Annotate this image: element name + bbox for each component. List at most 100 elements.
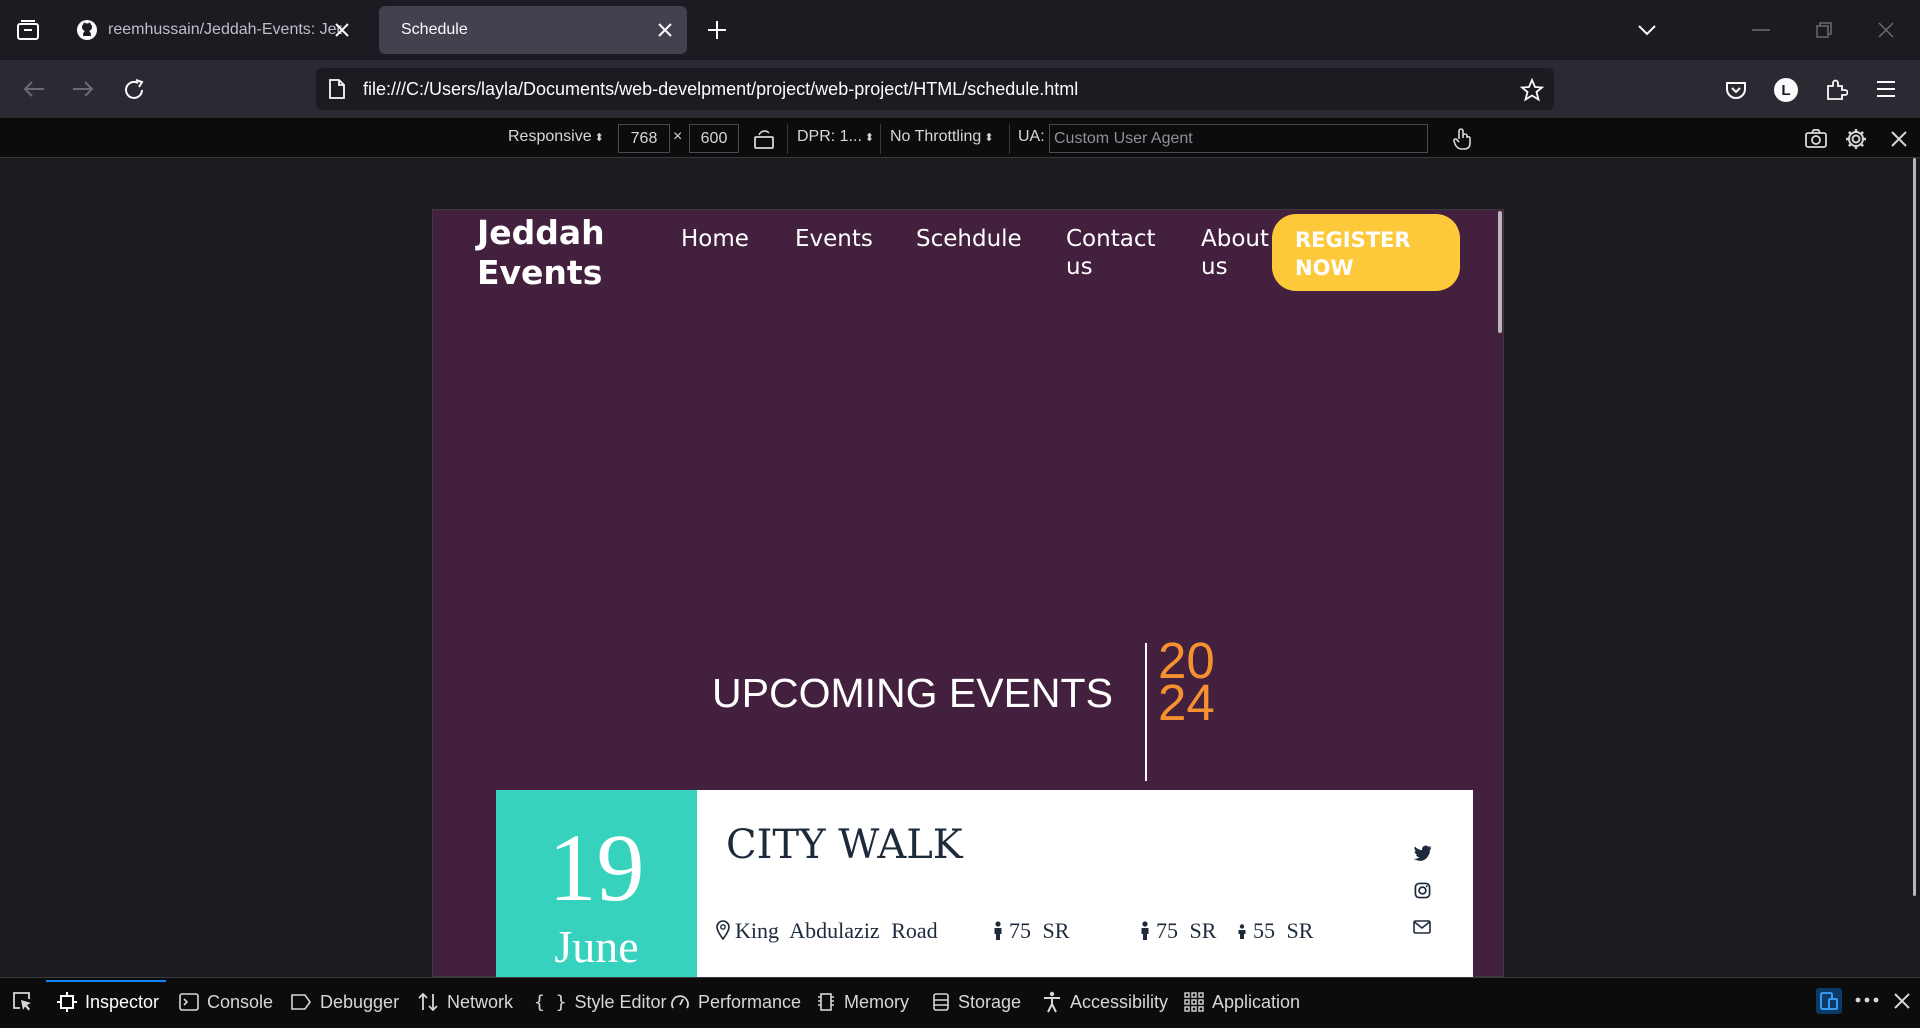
devtools-tab-memory[interactable]: Memory — [816, 990, 909, 1014]
screenshot-camera-icon[interactable] — [1805, 129, 1827, 149]
tab-label: Network — [447, 991, 514, 1012]
upcoming-events-heading: UPCOMING EVENTS — [712, 670, 1113, 716]
github-icon — [76, 19, 98, 41]
nav-link-home[interactable]: Home — [681, 225, 749, 253]
person-icon — [993, 921, 1003, 941]
viewport-scrollbar[interactable] — [1498, 211, 1502, 333]
account-avatar[interactable]: L — [1774, 78, 1798, 102]
devtools-tab-debugger[interactable]: Debugger — [290, 990, 399, 1014]
reload-icon[interactable] — [122, 78, 146, 102]
devtools-tab-inspector[interactable]: Inspector — [57, 990, 159, 1014]
event-price-3: 55 SR — [1253, 918, 1314, 943]
window-close-icon[interactable] — [1877, 21, 1895, 39]
responsive-mode-icon[interactable] — [1816, 988, 1842, 1014]
tab-schedule[interactable]: Schedule — [379, 6, 687, 54]
pocket-icon[interactable] — [1725, 79, 1747, 101]
devtools-tab-storage[interactable]: Storage — [932, 990, 1021, 1014]
hamburger-menu-icon[interactable] — [1875, 80, 1897, 98]
close-icon[interactable] — [655, 20, 675, 40]
touch-simulation-icon[interactable] — [1451, 127, 1473, 151]
envelope-icon[interactable] — [1413, 920, 1431, 934]
updown-icon: ⬍ — [594, 132, 604, 144]
new-tab-icon[interactable] — [706, 19, 728, 41]
element-picker-icon[interactable] — [11, 990, 33, 1012]
logo-line-1: Jeddah — [477, 213, 605, 252]
ua-label: UA: — [1018, 128, 1045, 145]
updown-icon: ⬍ — [864, 132, 875, 144]
console-icon — [179, 992, 199, 1012]
updown-icon: ⬍ — [984, 132, 994, 144]
close-devtools-icon[interactable] — [1893, 992, 1911, 1010]
close-rdm-icon[interactable] — [1890, 130, 1908, 148]
tab-label: Accessibility — [1070, 991, 1169, 1012]
app-grid-icon — [1184, 992, 1204, 1012]
register-now-button[interactable]: REGISTER NOW — [1272, 214, 1460, 291]
heading-divider — [1145, 643, 1147, 781]
year-part-2: 24 — [1158, 674, 1215, 731]
page-file-icon — [328, 79, 346, 99]
devtools-tab-performance[interactable]: Performance — [670, 990, 801, 1014]
device-selector[interactable]: Responsive ⬍ — [508, 128, 604, 146]
child-icon — [1237, 924, 1247, 940]
dpr-selector[interactable]: DPR: 1... ⬍ — [797, 128, 874, 146]
devtools-tab-network[interactable]: Network — [417, 990, 513, 1014]
toolbar-divider — [880, 124, 881, 154]
tab-list-icon[interactable] — [16, 19, 40, 41]
memory-chip-icon — [816, 992, 836, 1012]
event-location: King Abdulaziz Road — [735, 918, 938, 943]
rotate-icon[interactable] — [753, 128, 775, 150]
nav-link-contact[interactable]: Contact us — [1066, 225, 1155, 281]
nav-link-contact-line1: Contact — [1066, 226, 1156, 252]
device-label: Responsive — [508, 128, 592, 145]
tab-label: reemhussain/Jeddah-Events: Jedd — [108, 21, 342, 38]
event-price-1: 75 SR — [1009, 918, 1070, 943]
devtools-tab-application[interactable]: Application — [1184, 990, 1300, 1014]
forward-arrow-icon[interactable] — [71, 79, 95, 99]
throttling-selector[interactable]: No Throttling ⬍ — [890, 128, 994, 146]
back-arrow-icon[interactable] — [22, 79, 46, 99]
minimize-icon[interactable] — [1752, 28, 1770, 32]
event-title: CITY WALK — [726, 822, 963, 868]
nav-link-schedule[interactable]: Scehdule — [916, 225, 1022, 253]
nav-link-about[interactable]: About us — [1201, 225, 1269, 281]
tab-label: Inspector — [85, 991, 160, 1012]
event-price-2: 75 SR — [1156, 918, 1217, 943]
viewport-width-input[interactable]: 768 — [618, 124, 670, 153]
page-scrollbar[interactable] — [1913, 158, 1916, 896]
location-pin-icon — [716, 920, 730, 940]
nav-link-events[interactable]: Events — [795, 225, 873, 253]
gauge-icon — [670, 993, 690, 1011]
avatar-initial: L — [1781, 81, 1791, 99]
braces-icon: { } — [534, 991, 567, 1013]
tab-overflow-chevron-icon[interactable] — [1636, 20, 1658, 40]
viewport-height-input[interactable]: 600 — [689, 124, 739, 153]
tab-github[interactable]: reemhussain/Jeddah-Events: Jedd — [64, 6, 364, 54]
extensions-icon[interactable] — [1824, 78, 1848, 102]
bookmark-star-icon[interactable] — [1520, 78, 1544, 102]
settings-gear-icon[interactable] — [1845, 128, 1867, 150]
inspector-icon — [57, 992, 77, 1012]
network-icon — [417, 992, 439, 1012]
more-options-icon[interactable] — [1855, 997, 1879, 1003]
instagram-icon[interactable] — [1414, 882, 1431, 899]
logo-line-2: Events — [477, 253, 603, 292]
close-icon[interactable] — [332, 20, 352, 40]
active-tab-indicator — [46, 980, 166, 982]
devtools-tab-style-editor[interactable]: { } Style Editor — [534, 990, 667, 1014]
twitter-icon[interactable] — [1413, 845, 1432, 861]
toolbar-divider — [1009, 124, 1010, 154]
restore-icon[interactable] — [1815, 21, 1833, 39]
site-logo[interactable]: Jeddah Events — [477, 213, 605, 293]
tab-label: Memory — [844, 991, 910, 1012]
tab-label: Performance — [698, 991, 802, 1012]
event-month: June — [554, 921, 639, 972]
devtools-tab-accessibility[interactable]: Accessibility — [1042, 990, 1168, 1014]
storage-icon — [932, 992, 950, 1012]
tab-label: Storage — [958, 991, 1022, 1012]
year-label: 20 24 — [1158, 635, 1215, 731]
devtools-tab-console[interactable]: Console — [179, 990, 273, 1014]
person-icon — [1140, 921, 1150, 941]
user-agent-input[interactable]: Custom User Agent — [1049, 124, 1428, 153]
dimension-separator: × — [673, 128, 683, 145]
url-text[interactable]: file:///C:/Users/layla/Documents/web-dev… — [363, 79, 1078, 100]
